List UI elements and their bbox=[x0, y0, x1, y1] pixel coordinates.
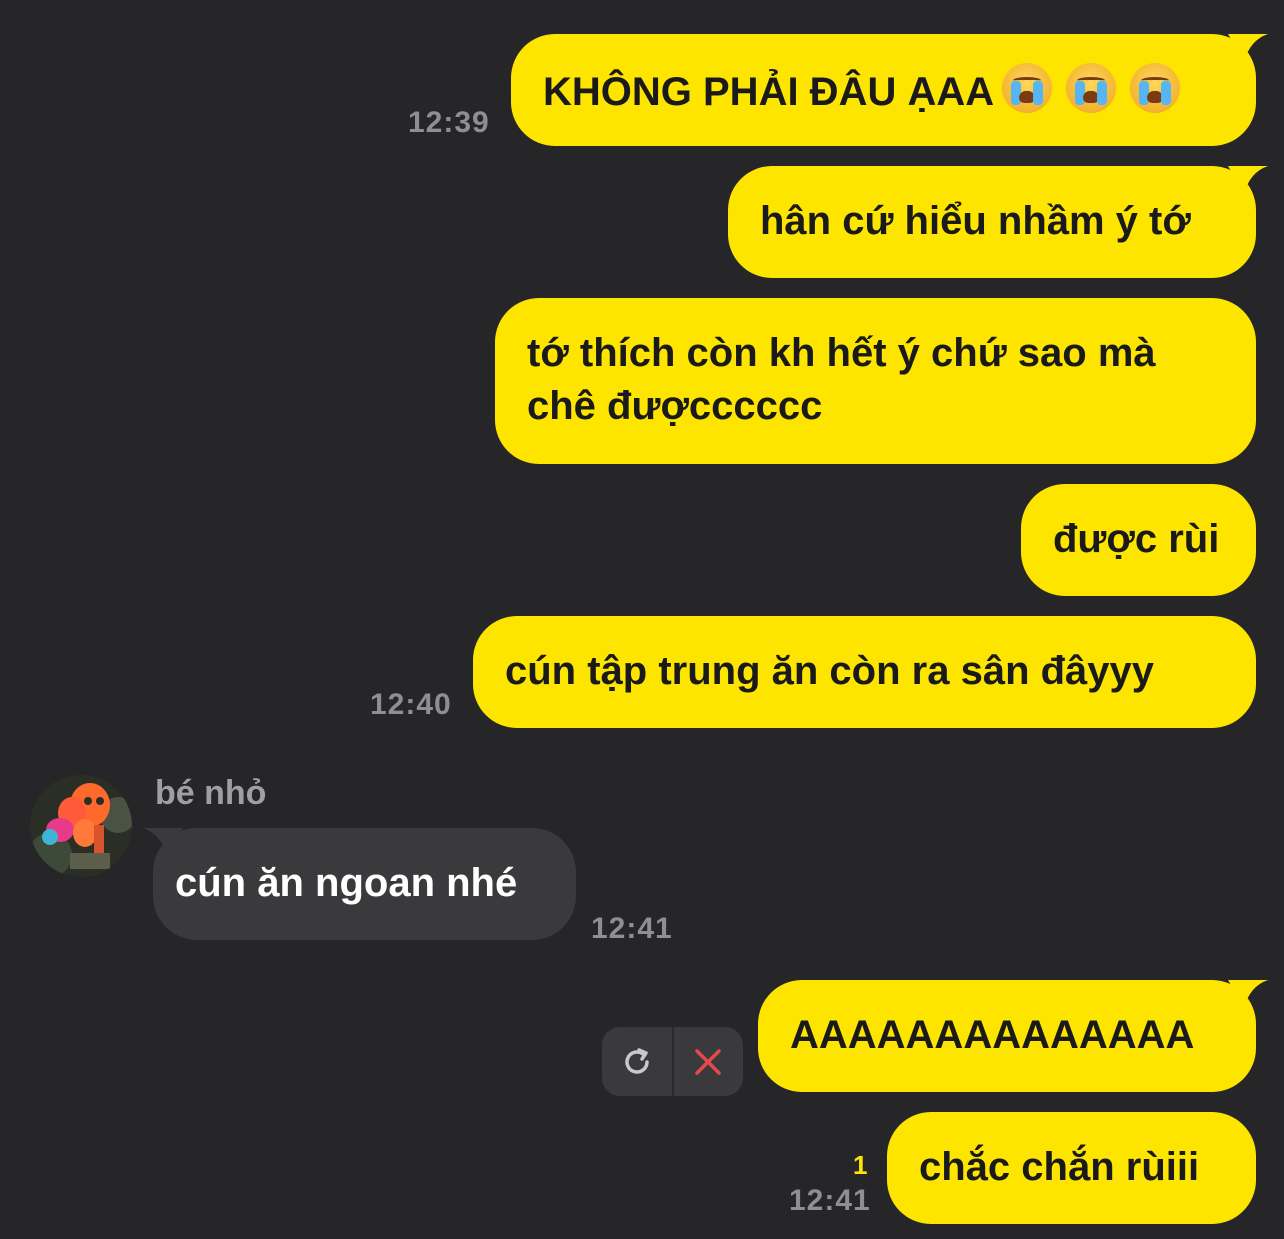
loudly-crying-face-icon bbox=[1130, 63, 1181, 113]
sent-message[interactable]: hân cứ hiểu nhầm ý tớ bbox=[728, 166, 1268, 278]
received-message[interactable]: cún ăn ngoan nhé bbox=[143, 828, 576, 940]
message-timestamp: 12:41 bbox=[591, 912, 673, 945]
sender-name: bé nhỏ bbox=[155, 774, 267, 812]
sent-message[interactable]: tớ thích còn kh hết ý chứ sao mà chê đượ… bbox=[495, 298, 1256, 464]
sent-message[interactable]: chắc chắn rùiii bbox=[887, 1112, 1256, 1224]
message-timestamp: 12:41 bbox=[789, 1184, 871, 1217]
avatar-image bbox=[30, 775, 132, 877]
bubble-tail bbox=[143, 828, 183, 856]
chat-thread[interactable]: KHÔNG PHẢI ĐÂU ẠAA 12:39 hân cứ hiểu nhầ… bbox=[0, 0, 1284, 1239]
failed-message-actions bbox=[602, 1027, 743, 1096]
loudly-crying-face-icon bbox=[1066, 63, 1117, 113]
cancel-send-button[interactable] bbox=[674, 1027, 744, 1096]
bubble-tail bbox=[1228, 980, 1268, 1008]
message-text: cún ăn ngoan nhé bbox=[175, 861, 518, 905]
sent-message[interactable]: AAAAAAAAAAAAAA bbox=[758, 980, 1268, 1092]
sent-message[interactable]: KHÔNG PHẢI ĐÂU ẠAA bbox=[511, 34, 1268, 146]
message-text: cún tập trung ăn còn ra sân đâyyy bbox=[505, 649, 1155, 693]
message-text-line: tớ thích còn kh hết ý chứ sao mà bbox=[527, 331, 1156, 375]
message-text-line: chê đượcccccc bbox=[527, 384, 823, 428]
bubble-tail bbox=[1228, 166, 1268, 194]
message-text: chắc chắn rùiii bbox=[919, 1145, 1200, 1189]
message-timestamp: 12:40 bbox=[370, 688, 452, 721]
unread-count: 1 bbox=[853, 1150, 868, 1180]
message-text: AAAAAAAAAAAAAA bbox=[790, 1013, 1195, 1057]
bubble-tail bbox=[1228, 34, 1268, 62]
sent-message[interactable]: cún tập trung ăn còn ra sân đâyyy bbox=[473, 616, 1256, 728]
close-icon bbox=[695, 1048, 721, 1075]
avatar[interactable] bbox=[30, 775, 132, 877]
sent-message[interactable]: được rùi bbox=[1021, 484, 1256, 596]
loudly-crying-face-icon bbox=[1002, 63, 1053, 113]
message-text: KHÔNG PHẢI ĐÂU ẠAA bbox=[543, 70, 995, 114]
message-text: hân cứ hiểu nhầm ý tớ bbox=[760, 199, 1191, 243]
retry-button[interactable] bbox=[602, 1027, 674, 1096]
refresh-icon bbox=[625, 1047, 649, 1074]
message-timestamp: 12:39 bbox=[408, 106, 490, 139]
message-text: được rùi bbox=[1053, 517, 1220, 561]
